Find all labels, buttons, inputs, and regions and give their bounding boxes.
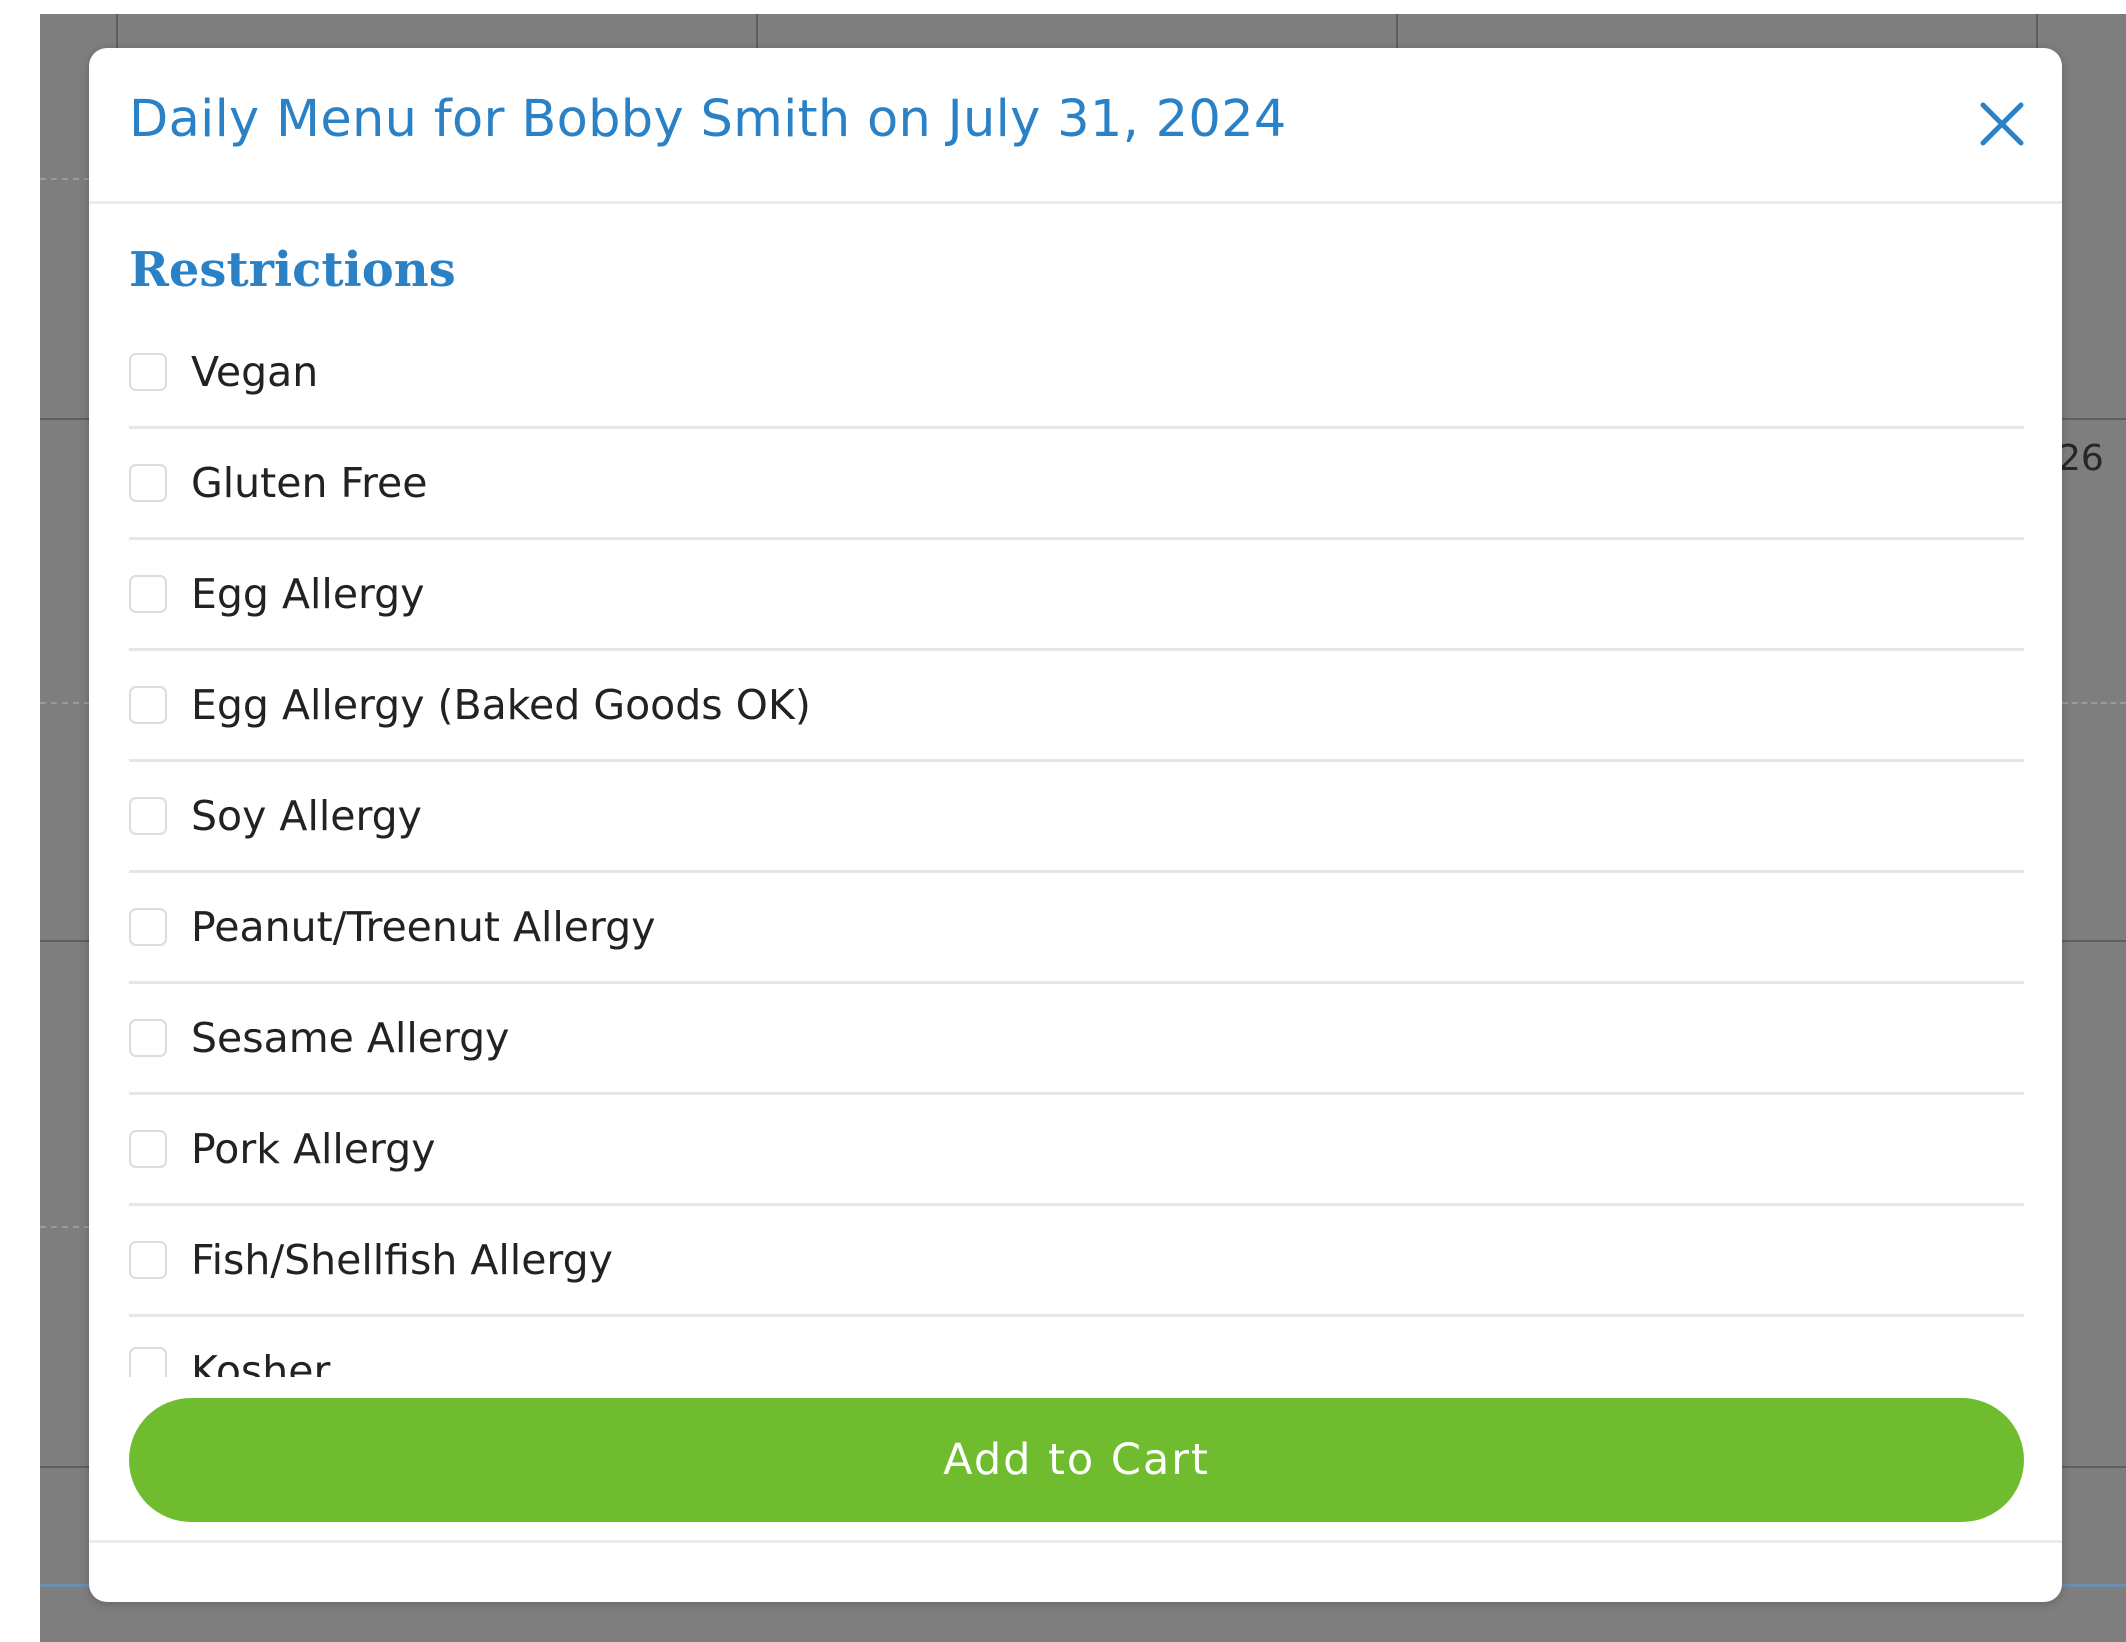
restriction-checkbox[interactable]	[129, 464, 167, 502]
restriction-item-soy-allergy[interactable]: Soy Allergy	[129, 762, 2024, 873]
calendar-grid-line	[40, 940, 90, 942]
calendar-grid-line	[40, 418, 90, 420]
restriction-item-egg-allergy-baked-ok[interactable]: Egg Allergy (Baked Goods OK)	[129, 651, 2024, 762]
restriction-checkbox[interactable]	[129, 797, 167, 835]
calendar-grid-line	[2062, 1466, 2126, 1468]
restriction-checkbox[interactable]	[129, 575, 167, 613]
add-to-cart-button[interactable]: Add to Cart	[129, 1398, 2024, 1522]
restriction-label: Egg Allergy (Baked Goods OK)	[191, 681, 811, 729]
calendar-grid-line	[40, 702, 90, 704]
calendar-grid-line	[2062, 940, 2126, 942]
restriction-checkbox[interactable]	[129, 908, 167, 946]
restriction-item-gluten-free[interactable]: Gluten Free	[129, 429, 2024, 540]
restriction-item-vegan[interactable]: Vegan	[129, 318, 2024, 429]
close-button[interactable]	[1974, 96, 2030, 152]
restriction-label: Fish/Shellfish Allergy	[191, 1236, 613, 1284]
restriction-list: Vegan Gluten Free Egg Allergy Egg Allerg…	[129, 318, 2024, 1377]
close-icon	[1980, 102, 2024, 146]
restriction-checkbox[interactable]	[129, 686, 167, 724]
restriction-label: Egg Allergy	[191, 570, 425, 618]
restrictions-heading: Restrictions	[129, 242, 456, 298]
modal-title: Daily Menu for Bobby Smith on July 31, 2…	[129, 90, 1287, 149]
restriction-checkbox[interactable]	[129, 1130, 167, 1168]
calendar-day-number: 26	[2058, 438, 2104, 479]
restriction-checkbox[interactable]	[129, 1019, 167, 1057]
restriction-item-sesame-allergy[interactable]: Sesame Allergy	[129, 984, 2024, 1095]
modal-header: Daily Menu for Bobby Smith on July 31, 2…	[89, 48, 2062, 204]
daily-menu-modal: Daily Menu for Bobby Smith on July 31, 2…	[89, 48, 2062, 1602]
calendar-grid-line	[40, 178, 90, 180]
restriction-item-pork-allergy[interactable]: Pork Allergy	[129, 1095, 2024, 1206]
restriction-label: Vegan	[191, 348, 319, 396]
restriction-label: Gluten Free	[191, 459, 428, 507]
restriction-label: Soy Allergy	[191, 792, 422, 840]
restriction-label: Pork Allergy	[191, 1125, 436, 1173]
calendar-grid-line	[2062, 418, 2126, 420]
restriction-item-peanut-treenut-allergy[interactable]: Peanut/Treenut Allergy	[129, 873, 2024, 984]
calendar-grid-line	[2062, 702, 2126, 704]
restriction-item-egg-allergy[interactable]: Egg Allergy	[129, 540, 2024, 651]
restriction-label: Sesame Allergy	[191, 1014, 510, 1062]
calendar-grid-line	[40, 1226, 90, 1228]
restriction-label: Kosher	[191, 1347, 331, 1377]
modal-body: Restrictions Vegan Gluten Free Egg Aller…	[89, 204, 2062, 1438]
restriction-item-fish-shellfish-allergy[interactable]: Fish/Shellfish Allergy	[129, 1206, 2024, 1317]
modal-footer-divider	[89, 1540, 2062, 1543]
restriction-checkbox[interactable]	[129, 353, 167, 391]
restriction-checkbox[interactable]	[129, 1241, 167, 1279]
restriction-checkbox[interactable]	[129, 1347, 167, 1377]
restriction-item-kosher[interactable]: Kosher	[129, 1317, 2024, 1377]
restriction-label: Peanut/Treenut Allergy	[191, 903, 656, 951]
calendar-grid-line	[40, 1466, 90, 1468]
